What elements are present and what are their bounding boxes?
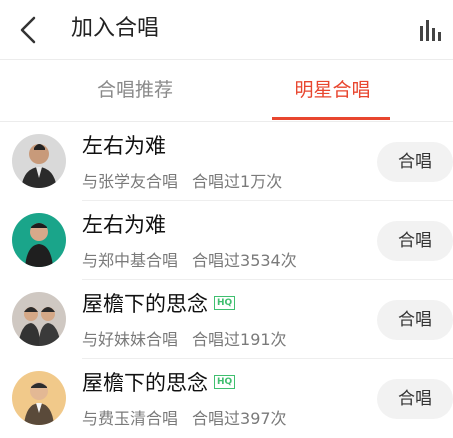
chart-button[interactable] [417, 16, 445, 44]
song-title: 屋檐下的思念 HQ [82, 369, 236, 397]
page-title: 加入合唱 [71, 16, 160, 41]
chevron-left-icon [20, 16, 36, 44]
partner-text: 与费玉清合唱 [82, 409, 179, 428]
back-button[interactable] [14, 14, 46, 46]
tab-bar: 合唱推荐 明星合唱 [0, 60, 453, 122]
chorus-count: 合唱过191次 [192, 330, 287, 349]
chorus-list: 左右为难 与张学友合唱 合唱过1万次 合唱 左右为难 与郑中基合唱 合唱过3534次… [0, 122, 453, 438]
chorus-count: 合唱过1万次 [192, 172, 283, 191]
song-meta: 与好妹妹合唱 合唱过191次 [82, 326, 287, 350]
partner-text: 与郑中基合唱 [82, 251, 179, 270]
tab-star-chorus[interactable]: 明星合唱 [270, 60, 395, 120]
join-chorus-button[interactable]: 合唱 [377, 379, 453, 419]
list-item[interactable]: 左右为难 与郑中基合唱 合唱过3534次 合唱 [0, 201, 453, 280]
avatar [12, 134, 66, 188]
list-item[interactable]: 屋檐下的思念 HQ 与好妹妹合唱 合唱过191次 合唱 [0, 280, 453, 359]
song-title: 左右为难 [82, 134, 166, 158]
hq-badge: HQ [214, 296, 236, 310]
hq-badge: HQ [214, 375, 236, 389]
song-meta: 与郑中基合唱 合唱过3534次 [82, 247, 297, 271]
bar-chart-icon [420, 20, 441, 41]
avatar [12, 371, 66, 425]
join-chorus-button[interactable]: 合唱 [377, 221, 453, 261]
avatar [12, 292, 66, 346]
list-item[interactable]: 左右为难 与张学友合唱 合唱过1万次 合唱 [0, 122, 453, 201]
active-tab-indicator [272, 117, 390, 120]
song-meta: 与费玉清合唱 合唱过397次 [82, 405, 287, 429]
song-title: 左右为难 [82, 213, 166, 237]
song-meta: 与张学友合唱 合唱过1万次 [82, 168, 282, 192]
song-title: 屋檐下的思念 HQ [82, 290, 236, 318]
avatar [12, 213, 66, 267]
join-chorus-button[interactable]: 合唱 [377, 142, 453, 182]
chorus-count: 合唱过3534次 [192, 251, 297, 270]
tab-recommended[interactable]: 合唱推荐 [40, 60, 230, 120]
chorus-count: 合唱过397次 [192, 409, 287, 428]
join-chorus-button[interactable]: 合唱 [377, 300, 453, 340]
partner-text: 与好妹妹合唱 [82, 330, 179, 349]
header-bar: 加入合唱 [0, 0, 453, 60]
list-item[interactable]: 屋檐下的思念 HQ 与费玉清合唱 合唱过397次 合唱 [0, 359, 453, 438]
partner-text: 与张学友合唱 [82, 172, 179, 191]
